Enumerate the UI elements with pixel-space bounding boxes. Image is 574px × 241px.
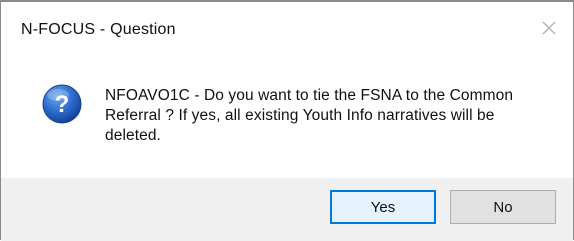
no-button[interactable]: No [450, 190, 556, 224]
svg-text:?: ? [55, 91, 70, 118]
close-button[interactable] [535, 14, 563, 42]
dialog-title: N-FOCUS - Question [21, 21, 176, 38]
question-icon: ? [42, 84, 82, 124]
dialog-content: ? NFOAVO1C - Do you want to tie the FSNA… [1, 60, 573, 178]
button-bar: Yes No [1, 178, 573, 241]
yes-button[interactable]: Yes [330, 190, 436, 224]
question-dialog: N-FOCUS - Question ? NFOAVO1C - Do you w… [0, 0, 574, 241]
dialog-message: NFOAVO1C - Do you want to tie the FSNA t… [105, 87, 514, 144]
close-icon [542, 21, 556, 35]
title-bar: N-FOCUS - Question [1, 2, 573, 60]
